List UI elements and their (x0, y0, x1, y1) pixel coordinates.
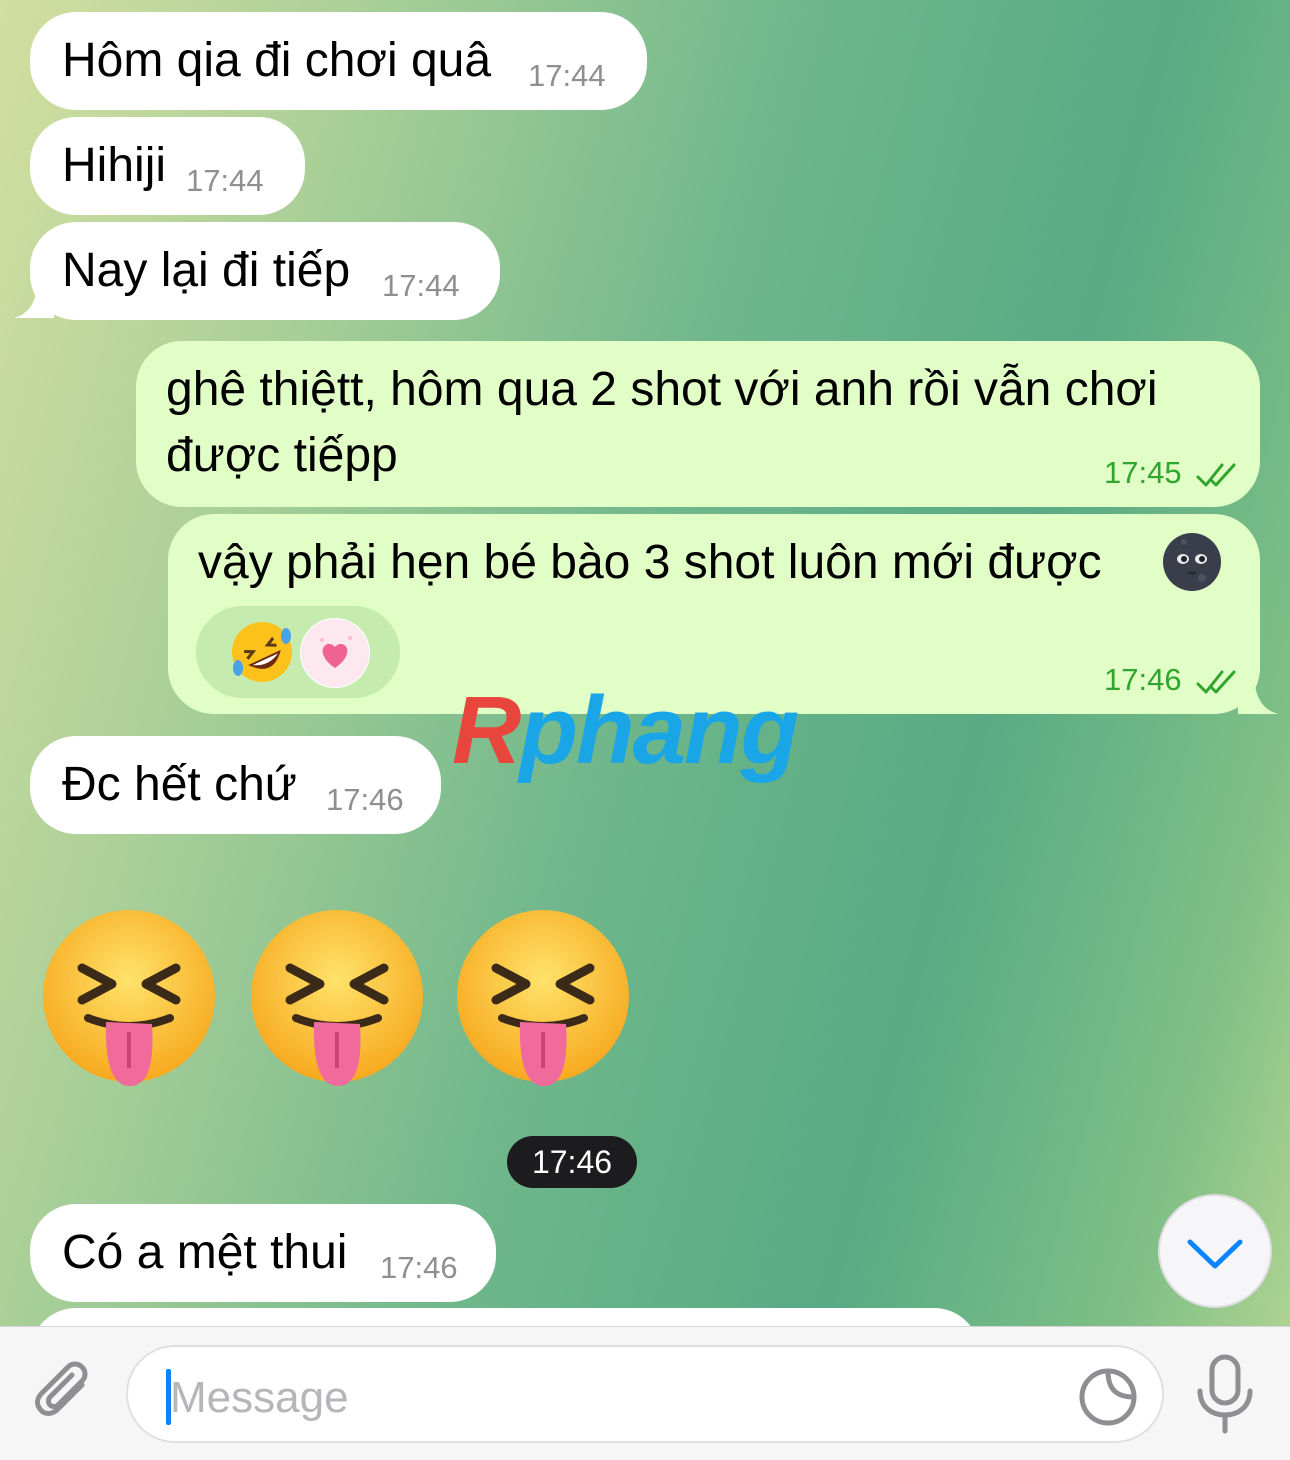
incoming-message[interactable]: Nay lại đi tiếp 17:44 (30, 222, 500, 320)
new-moon-face-icon (1163, 533, 1221, 591)
message-time-text: 17:46 (1104, 662, 1182, 697)
double-check-icon (1196, 670, 1236, 694)
message-text-line2: được tiếpp (166, 429, 398, 482)
paperclip-icon[interactable] (30, 1357, 102, 1429)
reaction-bar[interactable] (196, 606, 400, 698)
message-time: 17:44 (186, 163, 264, 198)
chat-area[interactable]: Hôm qia đi chơi quâ 17:44 Hihiji 17:44 N… (0, 0, 1290, 1326)
watermark-r: R (452, 677, 521, 784)
message-time: 17:46 (326, 782, 404, 817)
message-text: Hôm qia đi chơi quâ (62, 34, 492, 87)
message-time: 17:46 (1104, 660, 1240, 700)
incoming-message[interactable]: Có a mệt thui 17:46 (30, 1204, 496, 1302)
message-text: Có a mệt thui (62, 1226, 348, 1279)
watermark-logo: Rphang (452, 676, 799, 786)
sparkling-heart-icon (301, 619, 369, 687)
message-input[interactable]: Message (126, 1345, 1164, 1443)
message-time: 17:46 (380, 1250, 458, 1285)
message-time: 17:45 (1104, 453, 1240, 493)
input-placeholder: Message (170, 1373, 349, 1422)
message-time: 17:44 (528, 58, 606, 93)
squinting-tongue-emoji-icon[interactable] (38, 908, 220, 1090)
sticker-icon[interactable] (1078, 1367, 1138, 1427)
double-check-icon (1196, 463, 1236, 487)
incoming-message[interactable]: Đc hết chứ 17:46 (30, 736, 441, 834)
chevron-down-icon (1187, 1239, 1243, 1269)
scroll-to-bottom-button[interactable] (1158, 1194, 1272, 1308)
message-time: 17:44 (382, 268, 460, 303)
outgoing-message[interactable]: ghê thiệtt, hôm qua 2 shot với anh rồi v… (136, 341, 1260, 507)
squinting-tongue-emoji-icon[interactable] (452, 908, 634, 1090)
message-text-line1: ghê thiệtt, hôm qua 2 shot với anh rồi v… (166, 363, 1158, 416)
rolling-laughing-emoji-icon[interactable] (228, 618, 296, 686)
message-time-text: 17:45 (1104, 455, 1182, 490)
message-time-pill: 17:46 (507, 1136, 637, 1188)
message-text: Hihiji (62, 139, 167, 192)
watermark-rest: phang (519, 677, 799, 784)
incoming-message[interactable]: Hihiji 17:44 (30, 117, 305, 215)
incoming-message-partial[interactable] (30, 1308, 980, 1326)
message-input-bar: Message (0, 1326, 1290, 1460)
microphone-icon[interactable] (1194, 1353, 1256, 1435)
sparkling-heart-reaction[interactable] (300, 618, 370, 688)
squinting-tongue-emoji-icon[interactable] (246, 908, 428, 1090)
message-text: Nay lại đi tiếp (62, 244, 351, 297)
incoming-message[interactable]: Hôm qia đi chơi quâ 17:44 (30, 12, 647, 110)
message-text: vậy phải hẹn bé bào 3 shot luôn mới được (198, 536, 1102, 589)
message-text: Đc hết chứ (62, 758, 297, 811)
